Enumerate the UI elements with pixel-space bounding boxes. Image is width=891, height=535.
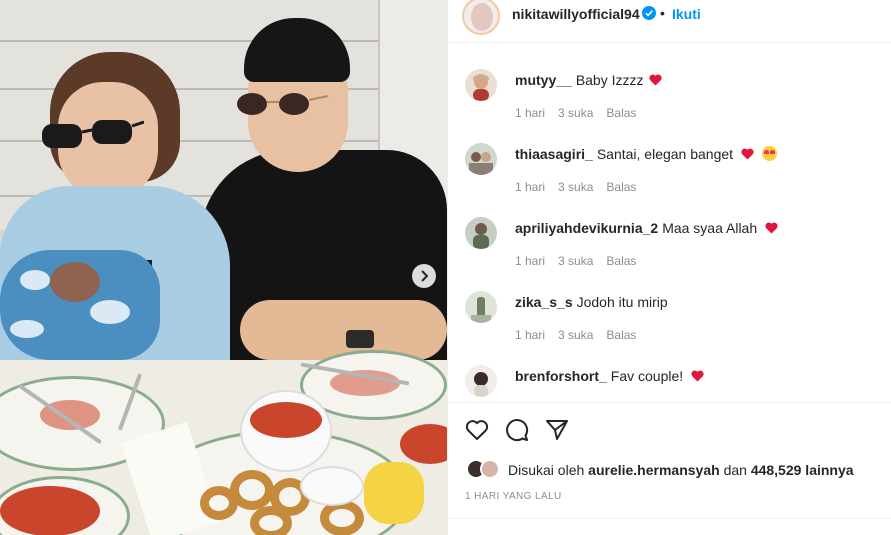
post-photo[interactable] [0, 0, 447, 535]
post-actions: Disukai oleh aurelie.hermansyah dan 448,… [448, 402, 891, 535]
post-side-panel: nikitawillyofficial94 • Ikuti mutyy__ Bab… [447, 0, 891, 535]
dip-cup [300, 466, 364, 506]
commenter-avatar[interactable] [465, 291, 497, 323]
comment-username[interactable]: thiaasagiri_ [515, 146, 593, 162]
baby-face [50, 262, 100, 302]
next-photo-button[interactable] [412, 264, 436, 288]
marinara-sauce [250, 402, 322, 438]
comment-body: Jodoh itu mirip [576, 294, 668, 310]
follow-button[interactable]: Ikuti [672, 6, 701, 22]
comment-item: apriliyahdevikurnia_2 Maa syaa Allah 1 ha… [448, 192, 891, 268]
post-header: nikitawillyofficial94 • Ikuti [448, 0, 891, 43]
verified-badge-icon [642, 6, 656, 20]
comment-text: brenforshort_ Fav couple! [515, 368, 704, 384]
speech-bubble-icon[interactable] [504, 417, 530, 443]
red-heart-emoji-icon [649, 74, 663, 86]
watch [346, 330, 374, 348]
comments-list[interactable]: mutyy__ Baby Izzzz 1 hari 3 suka Balas thia… [448, 44, 891, 402]
comment-item: thiaasagiri_ Santai, elegan banget 1 hari… [448, 118, 891, 194]
separator-dot: • [660, 5, 665, 21]
red-heart-emoji-icon [741, 148, 754, 160]
heart-eyes-emoji-icon [761, 146, 777, 161]
comment-item: zika_s_s Jodoh itu mirip 1 hari 3 suka Bala… [448, 266, 891, 342]
comment-item: mutyy__ Baby Izzzz 1 hari 3 suka Balas [448, 44, 891, 120]
likes-summary: Disukai oleh aurelie.hermansyah dan 448,… [508, 462, 854, 478]
woman-sunglasses [42, 120, 144, 148]
comment-item: brenforshort_ Fav couple! [448, 340, 891, 402]
blanket-pattern [20, 270, 50, 290]
comment-username[interactable]: brenforshort_ [515, 368, 607, 384]
red-heart-emoji-icon [765, 222, 778, 234]
commenter-avatar[interactable] [465, 365, 497, 397]
commenter-avatar[interactable] [465, 217, 497, 249]
blanket-pattern [10, 320, 44, 338]
calamari [200, 486, 238, 520]
paper-plane-icon[interactable] [544, 417, 570, 443]
chevron-right-icon [421, 270, 429, 282]
comment-body: Fav couple! [610, 368, 684, 384]
comment-body: Maa syaa Allah [662, 220, 758, 236]
liked-by-avatars[interactable] [466, 459, 506, 481]
lemon [364, 462, 424, 524]
comment-username[interactable]: apriliyahdevikurnia_2 [515, 220, 658, 236]
post-date[interactable]: 1 HARI YANG LALU [465, 491, 562, 502]
liker-avatar [480, 459, 500, 479]
pizza-slice [0, 486, 100, 535]
likes-prefix: Disukai oleh [508, 462, 585, 478]
red-heart-emoji-icon [691, 370, 704, 382]
comment-username[interactable]: zika_s_s [515, 294, 573, 310]
author-avatar[interactable] [462, 0, 500, 35]
author-username[interactable]: nikitawillyofficial94 [512, 6, 640, 22]
man-sunglasses [237, 93, 329, 115]
commenter-avatar[interactable] [465, 143, 497, 175]
commenter-avatar[interactable] [465, 69, 497, 101]
likes-count-link[interactable]: 448,529 lainnya [751, 462, 854, 478]
comment-body: Baby Izzzz [575, 72, 644, 88]
comment-text: thiaasagiri_ Santai, elegan banget [515, 146, 777, 162]
comment-text: apriliyahdevikurnia_2 Maa syaa Allah [515, 220, 778, 236]
divider [448, 518, 891, 519]
calamari [250, 506, 292, 535]
comment-body: Santai, elegan banget [596, 146, 734, 162]
man-arm [240, 300, 447, 360]
comment-username[interactable]: mutyy__ [515, 72, 572, 88]
blanket-pattern [90, 300, 130, 324]
likes-middle: dan [723, 462, 747, 478]
comment-text: mutyy__ Baby Izzzz [515, 72, 663, 88]
likes-user-link[interactable]: aurelie.hermansyah [588, 462, 720, 478]
comment-text: zika_s_s Jodoh itu mirip [515, 294, 668, 310]
heart-outline-icon[interactable] [464, 417, 490, 443]
